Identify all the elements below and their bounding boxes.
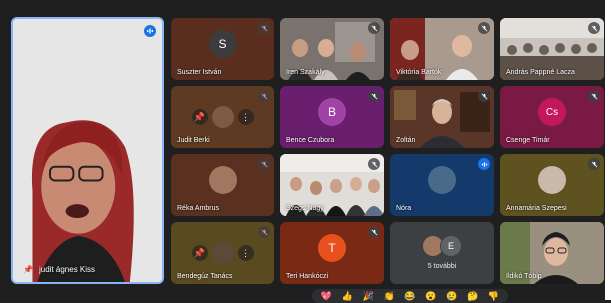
mic-off-icon [368, 90, 380, 102]
mic-off-icon [478, 90, 490, 102]
thumbs-down-reaction[interactable]: 👎 [488, 291, 499, 301]
participant-name: Judit Berki [177, 137, 210, 144]
mic-off-icon [588, 90, 600, 102]
main-speaker-tile[interactable]: 📌 judit ágnes Kiss [11, 17, 164, 284]
participant-tile-zoltan[interactable]: Zoltán [390, 86, 494, 148]
pin-icon[interactable]: 📌 [23, 265, 33, 274]
pin-icon[interactable]: 📌 [191, 109, 208, 125]
participant-name: Réka Ambrus [177, 205, 220, 212]
avatar [208, 166, 237, 195]
avatar [211, 106, 234, 128]
more-options-icon[interactable]: ⋮ [237, 245, 254, 261]
participant-name: Ildikó Tóbip [506, 273, 542, 280]
participant-name: Viktória Bartók [396, 69, 442, 76]
mic-off-icon [588, 158, 600, 170]
audio-level-icon [144, 25, 156, 37]
more-participants-tile[interactable]: E 5 további [390, 222, 494, 284]
participant-tile-reka[interactable]: Réka Ambrus [171, 154, 274, 216]
participant-tile-nora[interactable]: Nóra [390, 154, 494, 216]
main-speaker-name: judit ágnes Kiss [39, 265, 96, 274]
participant-tile-teri[interactable]: T Teri Hankóczi [280, 222, 384, 284]
meeting-stage: 📌 judit ágnes Kiss S Suszter István Iren… [0, 0, 611, 303]
participant-name: Szegs Nagy [286, 205, 324, 212]
participant-name: Annamária Szepesi [506, 205, 567, 212]
more-participants-label: 5 további [427, 263, 457, 270]
participant-name: Zoltán [396, 137, 416, 144]
participant-name: Teri Hankóczi [286, 273, 329, 280]
participant-tile-annamaria[interactable]: Annamária Szepesi [500, 154, 604, 216]
avatar: E [440, 235, 462, 257]
mic-off-icon [258, 158, 270, 170]
participant-name: Suszter István [177, 69, 222, 76]
audio-level-icon [478, 158, 490, 170]
main-speaker-video [13, 19, 162, 282]
tile-controls: 📌 ⋮ [191, 242, 254, 264]
more-options-icon[interactable]: ⋮ [237, 109, 254, 125]
party-reaction[interactable]: 🎉 [363, 291, 374, 301]
surprised-reaction[interactable]: 😮 [425, 291, 436, 301]
thinking-reaction[interactable]: 🤔 [467, 291, 478, 301]
participant-name: Nóra [396, 205, 412, 212]
mic-off-icon [478, 22, 490, 34]
avatar [211, 242, 234, 264]
participant-tile-ildiko[interactable]: Ildikó Tóbip [500, 222, 604, 284]
tile-controls: 📌 ⋮ [191, 106, 254, 128]
more-avatars: E [422, 235, 462, 257]
avatar: S [208, 30, 237, 59]
heart-reaction[interactable]: 💖 [321, 291, 332, 301]
mic-off-icon [258, 90, 270, 102]
participant-name: Bence Czubora [286, 137, 335, 144]
reaction-bar: 💖 👍 🎉 👏 😂 😮 😢 🤔 👎 [312, 289, 508, 303]
participant-name: Bendegúz Tanács [177, 273, 233, 280]
mic-off-icon [258, 22, 270, 34]
mic-off-icon [368, 22, 380, 34]
sad-reaction[interactable]: 😢 [446, 291, 457, 301]
participant-tile-judit-berki[interactable]: 📌 ⋮ Judit Berki [171, 86, 274, 148]
scrollbar[interactable] [605, 0, 611, 300]
mic-off-icon [368, 158, 380, 170]
mic-off-icon [258, 226, 270, 238]
mic-off-icon [368, 226, 380, 238]
avatar: Cs [538, 98, 566, 127]
avatar: T [318, 234, 346, 263]
participant-tile-bence[interactable]: B Bence Czubora [280, 86, 384, 148]
thumbs-up-reaction[interactable]: 👍 [342, 291, 353, 301]
participant-tile-iren[interactable]: Iren Szakály [280, 18, 384, 80]
participant-tile-suszter[interactable]: S Suszter István [171, 18, 274, 80]
participant-name: András Pappné Lacza [506, 69, 575, 76]
avatar [428, 166, 456, 195]
participant-tile-bendeguz[interactable]: 📌 ⋮ Bendegúz Tanács [171, 222, 274, 284]
mic-off-icon [588, 22, 600, 34]
pin-icon[interactable]: 📌 [191, 245, 208, 261]
laugh-reaction[interactable]: 😂 [404, 291, 415, 301]
participant-name: Iren Szakály [286, 69, 325, 76]
participant-name: Csenge Timár [506, 137, 550, 144]
participant-tile-csenge[interactable]: Cs Csenge Timár [500, 86, 604, 148]
participant-tile-szegs[interactable]: Szegs Nagy [280, 154, 384, 216]
avatar: B [318, 98, 346, 127]
participant-tile-andras[interactable]: András Pappné Lacza [500, 18, 604, 80]
clap-reaction[interactable]: 👏 [383, 291, 394, 301]
participant-tile-viktoria[interactable]: Viktória Bartók [390, 18, 494, 80]
avatar [538, 166, 566, 195]
